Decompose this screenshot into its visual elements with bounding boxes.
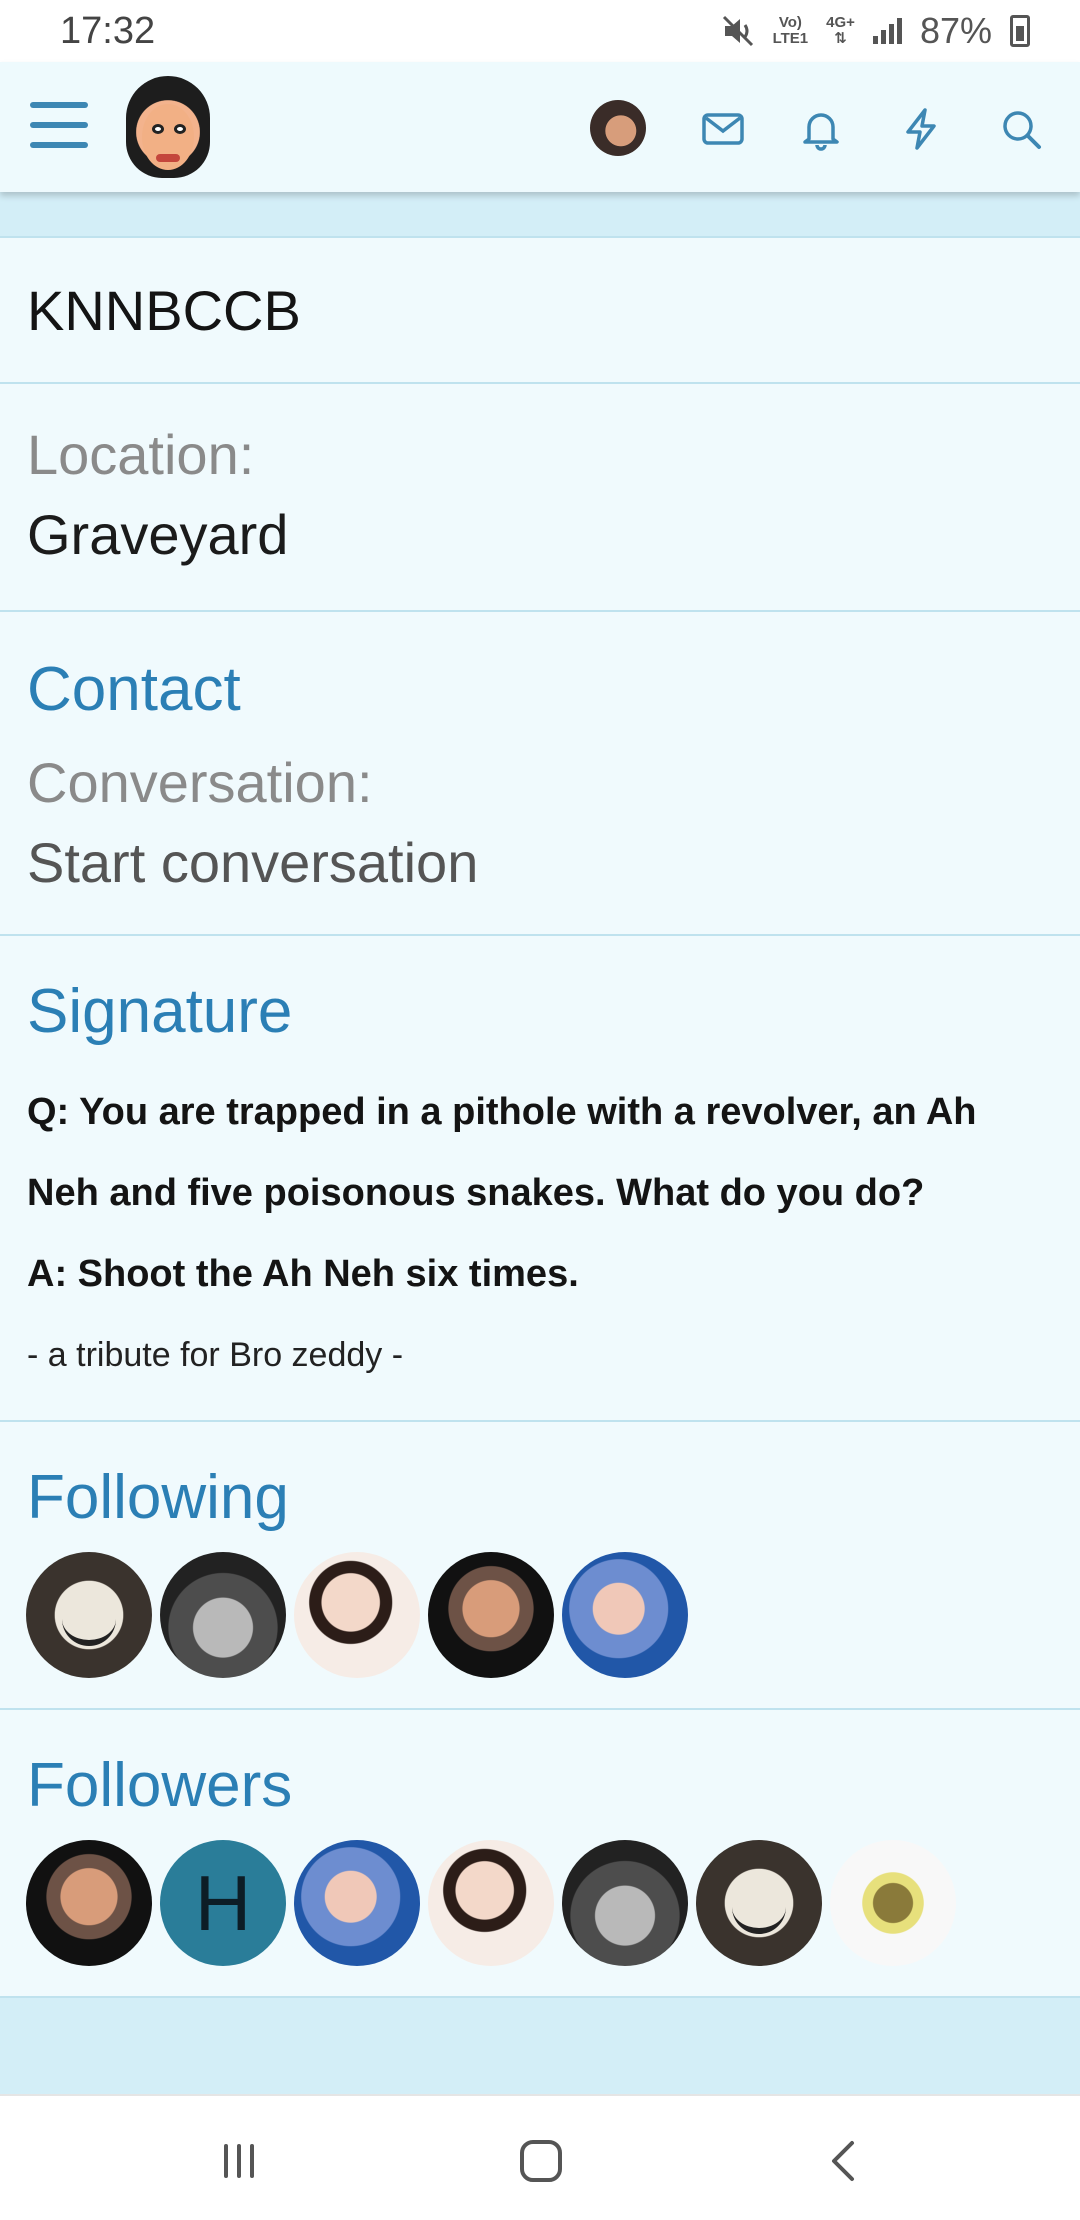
location-label: Location: <box>27 423 255 486</box>
signature-tribute: - a tribute for Bro zeddy - <box>27 1336 404 1374</box>
net-type: 4G+ ⇅ <box>826 15 855 47</box>
follower-letter-avatar[interactable]: H <box>160 1840 286 1966</box>
status-bar: 17:32 Vo) LTE1 4G+ ⇅ 87% <box>0 0 1080 62</box>
site-logo[interactable] <box>126 76 210 178</box>
following-avatar[interactable] <box>160 1552 286 1678</box>
followers-section: Followers H <box>0 1708 1080 1998</box>
followers-avatars: H <box>26 1840 956 1966</box>
back-icon[interactable] <box>808 2126 878 2196</box>
home-icon[interactable] <box>506 2126 576 2196</box>
network-bottom: LTE1 <box>772 30 809 47</box>
conversation-label: Conversation: <box>27 751 373 814</box>
search-icon[interactable] <box>998 106 1044 152</box>
battery-charging-icon <box>1010 15 1030 47</box>
signature-question: Q: You are trapped in a pithole with a r… <box>27 1091 977 1214</box>
follower-avatar[interactable] <box>294 1840 420 1966</box>
recent-apps-icon[interactable] <box>204 2126 274 2196</box>
net-type-label: 4G+ <box>826 14 855 31</box>
following-title: Following <box>27 1463 289 1532</box>
following-avatar[interactable] <box>428 1552 554 1678</box>
battery-percent: 87% <box>919 10 992 51</box>
follower-avatar[interactable] <box>562 1840 688 1966</box>
bottom-band <box>0 1996 1080 2094</box>
following-section: Following <box>0 1420 1080 1710</box>
mail-icon[interactable] <box>700 106 746 152</box>
start-conversation-link[interactable]: Start conversation <box>27 830 478 895</box>
data-arrows-icon: ⇅ <box>834 30 847 47</box>
contact-title: Contact <box>27 655 241 724</box>
contact-section: Contact Conversation: Start conversation <box>0 610 1080 936</box>
system-nav-bar <box>0 2094 1080 2220</box>
signature-section: Signature Q: You are trapped in a pithol… <box>0 934 1080 1422</box>
profile-username: KNNBCCB <box>27 279 301 342</box>
network-top: Vo) <box>778 14 802 31</box>
location-value: Graveyard <box>27 503 289 566</box>
following-avatars <box>26 1552 688 1678</box>
follower-avatar[interactable] <box>26 1840 152 1966</box>
lightning-icon[interactable] <box>898 106 944 152</box>
signal-icon <box>872 18 902 44</box>
network-indicator: Vo) LTE1 <box>773 15 809 47</box>
top-band <box>0 192 1080 238</box>
following-avatar[interactable] <box>562 1552 688 1678</box>
mute-icon <box>722 15 753 47</box>
menu-icon[interactable] <box>30 102 88 148</box>
signature-answer: A: Shoot the Ah Neh six times. <box>27 1253 579 1295</box>
location-section: Location: Graveyard <box>0 382 1080 612</box>
user-avatar[interactable] <box>590 100 646 156</box>
follower-avatar[interactable] <box>696 1840 822 1966</box>
followers-title: Followers <box>27 1751 293 1820</box>
status-icons: Vo) LTE1 4G+ ⇅ 87% <box>721 10 1030 52</box>
follower-avatar[interactable] <box>830 1840 956 1966</box>
following-avatar[interactable] <box>294 1552 420 1678</box>
signature-title: Signature <box>27 977 293 1046</box>
bell-icon[interactable] <box>798 106 844 152</box>
username-section: KNNBCCB <box>0 236 1080 384</box>
follower-avatar[interactable] <box>428 1840 554 1966</box>
app-header <box>0 62 1080 192</box>
following-avatar[interactable] <box>26 1552 152 1678</box>
status-time: 17:32 <box>60 9 156 52</box>
